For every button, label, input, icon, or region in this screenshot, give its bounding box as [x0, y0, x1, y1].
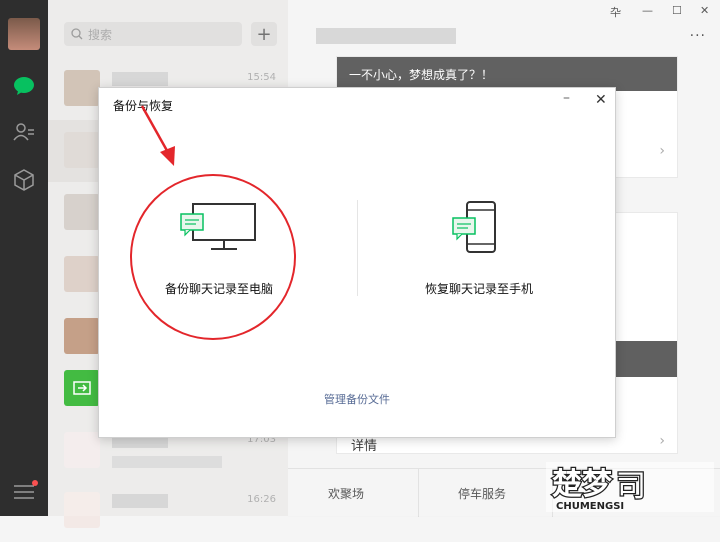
- restore-to-phone-label: 恢复聊天记录至手机: [424, 282, 533, 296]
- notification-dot: [32, 480, 38, 486]
- nav-rail: [0, 0, 48, 516]
- annotation-arrow-icon: [140, 105, 175, 166]
- brand-watermark: 楚梦 司 CHUMENGSI: [546, 462, 714, 512]
- watermark-sub: CHUMENGSI: [556, 501, 624, 512]
- user-avatar[interactable]: [8, 18, 40, 50]
- phone-icon: [452, 201, 496, 253]
- divider: [357, 200, 358, 296]
- annotation-circle: [130, 174, 296, 340]
- collections-icon[interactable]: [12, 168, 36, 192]
- chat-icon[interactable]: [12, 74, 36, 98]
- svg-text:司: 司: [616, 469, 646, 504]
- minimize-button[interactable]: –: [563, 90, 570, 106]
- watermark-brand: 楚梦: [552, 467, 612, 502]
- restore-to-phone-button[interactable]: 恢复聊天记录至手机: [389, 200, 569, 310]
- contacts-icon[interactable]: [12, 120, 36, 144]
- close-button[interactable]: ✕: [595, 92, 607, 108]
- manage-backup-link[interactable]: 管理备份文件: [99, 391, 615, 407]
- menu-icon[interactable]: [14, 480, 38, 499]
